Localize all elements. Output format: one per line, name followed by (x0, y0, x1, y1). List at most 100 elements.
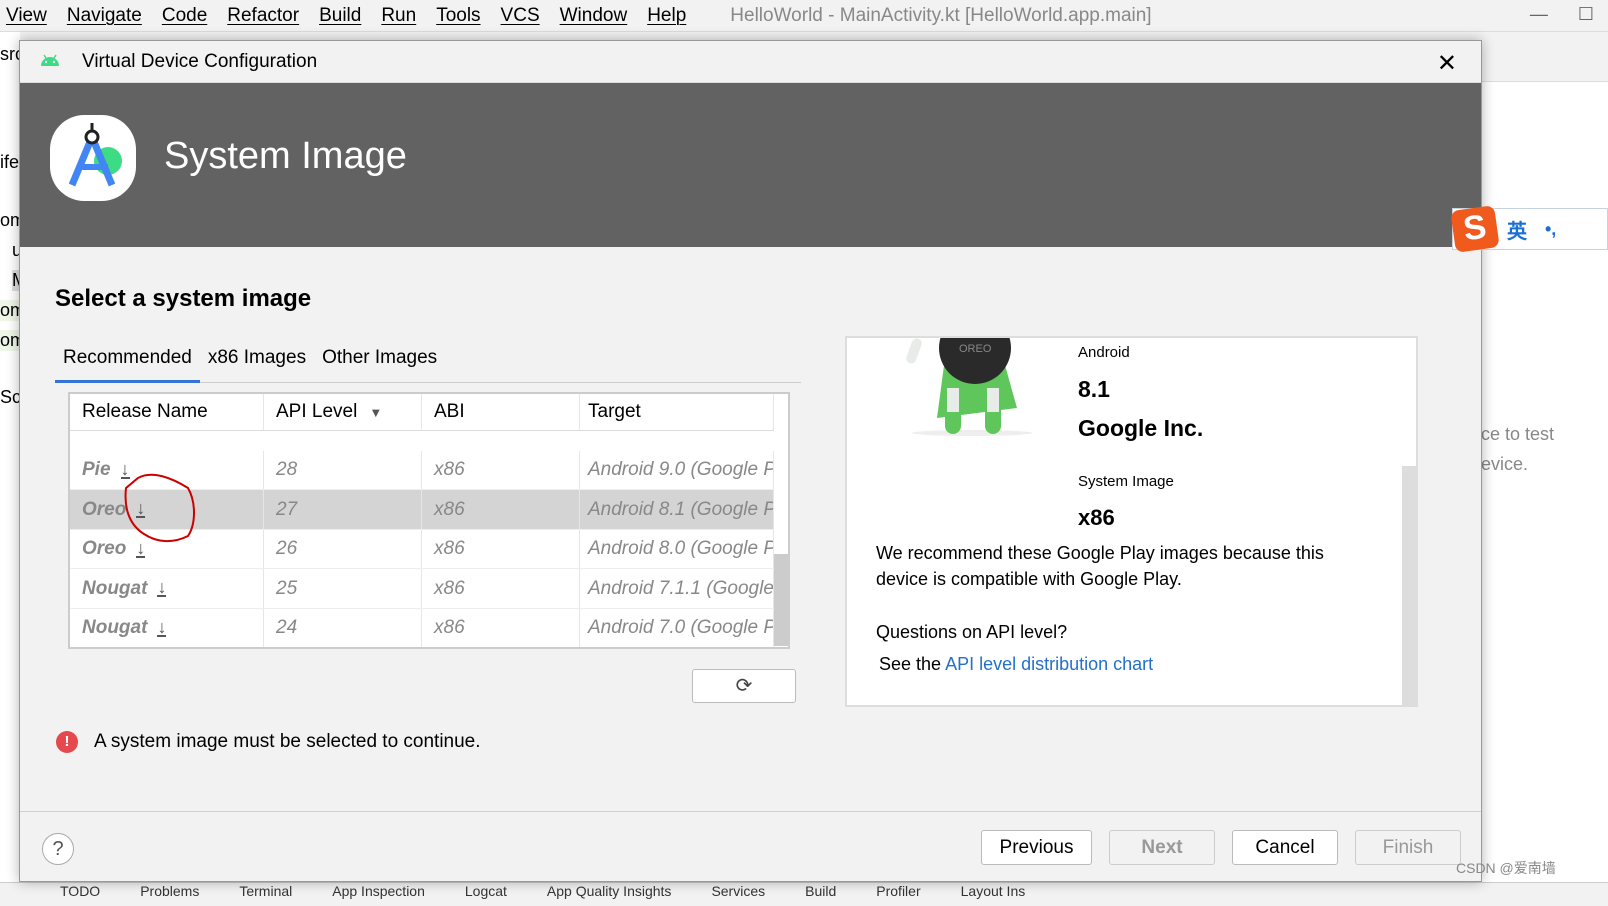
ide-fragment: ife (0, 152, 20, 172)
menu-navigate[interactable]: Navigate (67, 5, 142, 27)
oreo-mascot-image: OREO (906, 338, 1032, 436)
api-distribution-link[interactable]: API level distribution chart (945, 654, 1153, 674)
system-image-label: System Image (1078, 473, 1174, 490)
menu-window[interactable]: Window (560, 5, 628, 27)
ide-hint: evice. (1481, 454, 1529, 474)
cancel-button[interactable]: Cancel (1232, 830, 1338, 865)
ime-punct[interactable]: •, (1545, 219, 1556, 240)
red-annotation-circle (124, 473, 195, 542)
see-the-line: See the API level distribution chart (879, 654, 1153, 675)
image-detail-panel: OREO Android 8.1 Google Inc. System Imag… (845, 336, 1418, 707)
release-name: Oreo (82, 538, 127, 559)
image-tabs: Recommended x86 Images Other Images (55, 341, 801, 383)
window-title: HelloWorld - MainActivity.kt [HelloWorld… (730, 4, 1152, 26)
tool-app-inspection[interactable]: App Inspection (332, 883, 425, 906)
release-name: Nougat (82, 577, 148, 599)
release-name: Pie (82, 459, 111, 480)
tab-recommended[interactable]: Recommended (55, 341, 200, 383)
refresh-button[interactable]: ⟳ (692, 669, 796, 703)
error-text: A system image must be selected to conti… (94, 731, 481, 752)
tab-other-images[interactable]: Other Images (314, 341, 445, 383)
abi-cell: x86 (422, 490, 580, 529)
maximize-icon[interactable]: ☐ (1578, 4, 1594, 25)
tab-x86-images[interactable]: x86 Images (200, 341, 314, 383)
col-api-level-label: API Level (276, 401, 358, 422)
next-button[interactable]: Next (1109, 830, 1215, 865)
tool-terminal[interactable]: Terminal (239, 883, 292, 906)
release-name-cell: Nougat ↓ (70, 569, 264, 608)
watermark: CSDN @爱南墙 (1456, 860, 1556, 876)
release-name-cell: Nougat ↓ (70, 609, 264, 647)
abi-cell: x86 (422, 530, 580, 568)
target-cell: Android 9.0 (Google P (580, 451, 774, 489)
target-cell: Android 7.1.1 (Google (580, 569, 774, 608)
tool-app-quality[interactable]: App Quality Insights (547, 883, 672, 906)
system-image-table: Release Name API Level▼ ABI Target Q↓29x… (68, 392, 790, 649)
release-name: Oreo (82, 498, 127, 520)
recommend-text: We recommend these Google Play images be… (876, 543, 1324, 589)
menu-code[interactable]: Code (162, 5, 207, 27)
table-row[interactable]: Nougat ↓ 24 x86 Android 7.0 (Google P (70, 609, 774, 647)
menu-bar: View Navigate Code Refactor Build Run To… (0, 0, 1608, 32)
header-title: System Image (164, 135, 407, 177)
ide-fragment: om (0, 330, 20, 351)
dialog-titlebar: Virtual Device Configuration ✕ (20, 41, 1481, 83)
minimize-icon[interactable]: — (1530, 4, 1548, 25)
tool-problems[interactable]: Problems (140, 883, 199, 906)
help-button[interactable]: ? (42, 833, 74, 865)
col-abi[interactable]: ABI (422, 394, 580, 430)
menu-run[interactable]: Run (381, 5, 416, 27)
api-level-cell: 24 (264, 609, 422, 647)
svg-text:OREO: OREO (959, 343, 992, 355)
table-row[interactable]: Nougat ↓ 25 x86 Android 7.1.1 (Google (70, 569, 774, 609)
ide-fragment: om (0, 210, 20, 230)
download-icon[interactable]: ↓ (157, 578, 167, 597)
col-api-level[interactable]: API Level ▼ (264, 394, 422, 430)
ide-toolbar (1481, 32, 1608, 82)
menu-tools[interactable]: Tools (436, 5, 480, 27)
abi-cell: x86 (422, 451, 580, 489)
abi-cell: x86 (422, 609, 580, 647)
dialog-title: Virtual Device Configuration (82, 50, 318, 72)
download-icon[interactable]: ↓ (157, 618, 167, 637)
ide-tool-window-bar: TODO Problems Terminal App Inspection Lo… (0, 882, 1608, 906)
tool-build[interactable]: Build (805, 883, 836, 906)
sort-desc-icon: ▼ (369, 404, 383, 420)
dialog-header: System Image (20, 83, 1481, 247)
close-icon[interactable]: ✕ (1437, 49, 1457, 78)
detail-scrollbar[interactable] (1402, 466, 1416, 705)
android-icon (40, 51, 60, 73)
see-the-text: See the (879, 654, 942, 674)
tool-todo[interactable]: TODO (60, 883, 100, 906)
section-title: Select a system image (55, 285, 312, 312)
ime-language[interactable]: 英 (1507, 215, 1527, 244)
ide-fragment: src (0, 44, 20, 64)
tool-logcat[interactable]: Logcat (465, 883, 507, 906)
tool-profiler[interactable]: Profiler (876, 883, 920, 906)
menu-view[interactable]: View (6, 5, 47, 27)
api-level-cell: 28 (264, 451, 422, 489)
release-name: Nougat (82, 617, 148, 638)
previous-button[interactable]: Previous (981, 830, 1092, 865)
vendor: Google Inc. (1078, 415, 1204, 441)
col-release-name[interactable]: Release Name (70, 394, 264, 430)
ide-fragment: Scr (0, 387, 20, 407)
virtual-device-dialog: Virtual Device Configuration ✕ System Im… (19, 40, 1482, 882)
col-target[interactable]: Target (580, 394, 774, 430)
menu-help[interactable]: Help (647, 5, 686, 27)
tool-layout-inspector[interactable]: Layout Ins (961, 883, 1026, 906)
menu-vcs[interactable]: VCS (501, 5, 540, 27)
table-scrollbar[interactable] (774, 554, 788, 646)
menu-build[interactable]: Build (319, 5, 361, 27)
ide-right-panel: ce to test evice. (1481, 32, 1608, 882)
menu-refactor[interactable]: Refactor (227, 5, 299, 27)
tool-services[interactable]: Services (711, 883, 765, 906)
error-message: ! A system image must be selected to con… (56, 731, 481, 753)
error-icon: ! (56, 731, 78, 753)
abi-cell: x86 (422, 569, 580, 608)
ime-toolbar: S 英 •, (1450, 205, 1608, 253)
window-controls: — ☐ (1530, 4, 1594, 25)
ide-project-panel: src ife om u M om om Scr (0, 32, 20, 882)
android-studio-logo (50, 115, 136, 201)
finish-button[interactable]: Finish (1355, 830, 1461, 865)
